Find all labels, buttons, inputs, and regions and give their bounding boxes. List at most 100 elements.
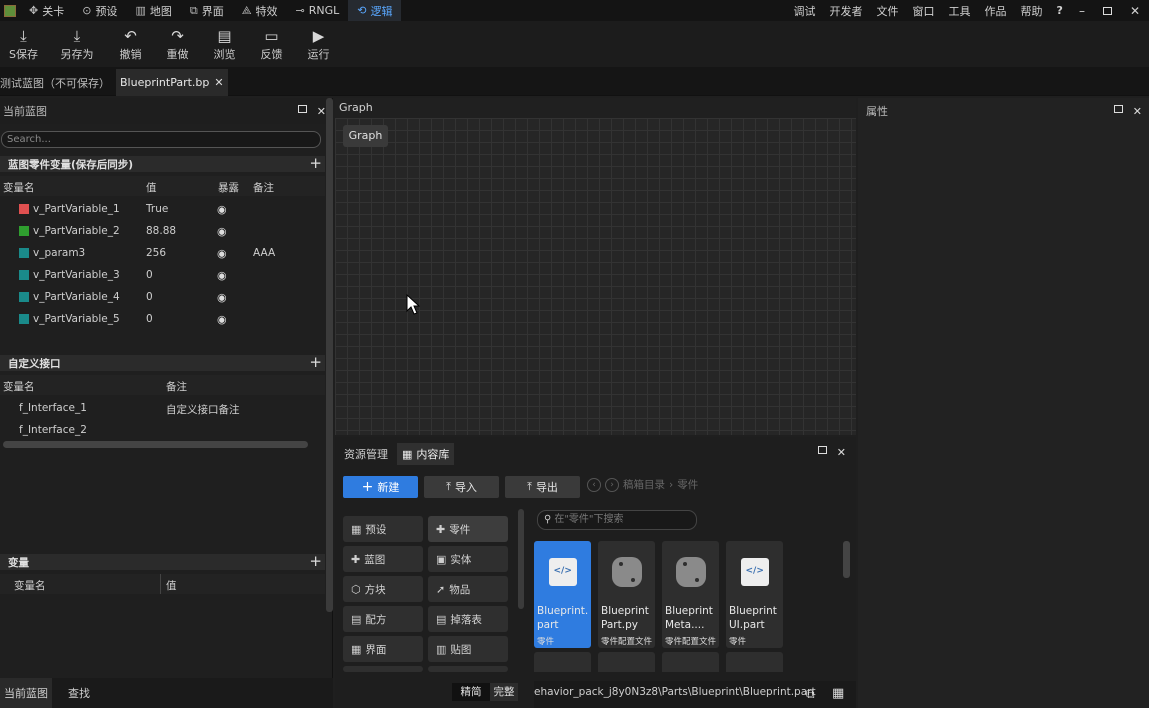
asset-card[interactable]: BlueprintMeta.... 零件配置文件 xyxy=(662,541,719,648)
minimize-icon[interactable]: – xyxy=(1070,4,1094,18)
category-entity[interactable]: ▣ 实体 xyxy=(428,546,508,572)
category-ui[interactable]: ▦ 界面 xyxy=(343,636,423,662)
variable-row[interactable]: v_PartVariable_5 0 ◉ xyxy=(0,308,325,330)
asset-card[interactable]: </> BlueprintUI.part 零件 xyxy=(726,541,783,648)
category-item[interactable]: ➚ 物品 xyxy=(428,576,508,602)
category-recipe[interactable]: ▤ 配方 xyxy=(343,606,423,632)
help-icon[interactable]: ? xyxy=(1050,4,1070,17)
tab-current-blueprint[interactable]: 当前蓝图 xyxy=(0,678,52,708)
close-icon[interactable]: ✕ xyxy=(1121,4,1149,18)
expose-eye-icon[interactable]: ◉ xyxy=(217,313,227,326)
vertical-scrollbar[interactable] xyxy=(326,98,333,612)
add-variable-button[interactable]: + xyxy=(309,154,322,172)
asset-card[interactable] xyxy=(598,652,655,672)
variable-row[interactable]: v_PartVariable_1 True ◉ xyxy=(0,198,325,220)
category-blueprint[interactable]: ✚ 蓝图 xyxy=(343,546,423,572)
breadcrumb-root[interactable]: 稿箱目录 xyxy=(623,477,665,492)
category-preset[interactable]: ▦ 预设 xyxy=(343,516,423,542)
run-button[interactable]: ▶ 运行 xyxy=(295,21,342,67)
forward-icon[interactable]: › xyxy=(605,477,619,492)
graph-canvas[interactable] xyxy=(335,98,856,435)
add-local-variable-button[interactable]: + xyxy=(309,552,322,570)
menu-tools[interactable]: 工具 xyxy=(942,3,978,19)
part-variables-section[interactable]: 蓝图零件变量(保存后同步) + xyxy=(0,154,325,172)
maximize-panel-icon[interactable] xyxy=(297,105,307,113)
tab-asset-management[interactable]: 资源管理 xyxy=(339,443,393,465)
tab-find[interactable]: 查找 xyxy=(64,678,94,708)
save-button[interactable]: ⤓ S保存 xyxy=(0,21,47,67)
feedback-button[interactable]: ▭ 反馈 xyxy=(248,21,295,67)
new-button[interactable]: + 新建 xyxy=(343,476,418,498)
category-loot[interactable]: ▤ 掉落表 xyxy=(428,606,508,632)
menu-developer[interactable]: 开发者 xyxy=(823,3,870,19)
part-cat-icon: ✚ xyxy=(436,522,446,536)
nav-rngl[interactable]: ⊸ RNGL xyxy=(287,0,349,21)
asset-card[interactable]: </> Blueprint.part 零件 xyxy=(534,541,591,648)
search-input[interactable]: Search... xyxy=(1,131,321,148)
nav-level[interactable]: ✥ 关卡 xyxy=(20,0,73,21)
graph-breadcrumb-chip[interactable]: Graph xyxy=(343,125,388,147)
category-partial[interactable] xyxy=(428,666,508,672)
horizontal-scrollbar[interactable] xyxy=(3,441,308,448)
nav-logic[interactable]: ⟲ 逻辑 xyxy=(348,0,402,21)
variables-section[interactable]: 变量 + xyxy=(0,552,325,570)
category-partial[interactable] xyxy=(343,666,423,672)
menu-file[interactable]: 文件 xyxy=(870,3,906,19)
view-compact-button[interactable]: 精简 xyxy=(452,683,490,701)
tab-content-library[interactable]: ▦ 内容库 xyxy=(397,443,455,465)
variable-row[interactable]: v_param3 256 ◉ AAA xyxy=(0,242,325,264)
variable-type-swatch xyxy=(19,314,29,324)
menu-window[interactable]: 窗口 xyxy=(906,3,942,19)
maximize-icon[interactable] xyxy=(1094,4,1121,18)
interface-row[interactable]: f_Interface_2 xyxy=(0,419,325,441)
menu-help[interactable]: 帮助 xyxy=(1014,3,1050,19)
maximize-panel-icon[interactable] xyxy=(817,446,827,454)
nav-ui[interactable]: ⧉ 界面 xyxy=(181,0,233,21)
export-icon: ⤒ xyxy=(527,480,532,493)
interfaces-section[interactable]: 自定义接口 + xyxy=(0,353,325,371)
expose-eye-icon[interactable]: ◉ xyxy=(217,247,227,260)
variable-row[interactable]: v_PartVariable_4 0 ◉ xyxy=(0,286,325,308)
copy-path-icon[interactable]: ⧉ xyxy=(806,687,815,702)
close-panel-icon[interactable]: ✕ xyxy=(1133,105,1142,118)
view-full-button[interactable]: 完整 xyxy=(490,683,518,701)
asset-card[interactable] xyxy=(662,652,719,672)
redo-button[interactable]: ↷ 重做 xyxy=(154,21,201,67)
nav-map[interactable]: ▥ 地图 xyxy=(126,0,180,21)
browse-button[interactable]: ▤ 浏览 xyxy=(201,21,248,67)
import-button[interactable]: ⤒ 导入 xyxy=(424,476,499,498)
grid-view-icon[interactable]: ▦ xyxy=(832,686,844,701)
asset-search-input[interactable]: ⚲ 在"零件"下搜索 xyxy=(537,510,697,530)
category-scrollbar[interactable] xyxy=(518,509,524,609)
save-as-button[interactable]: ⤓ 另存为 xyxy=(47,21,107,67)
interface-row[interactable]: f_Interface_1 自定义接口备注 xyxy=(0,397,325,419)
menu-debug[interactable]: 调试 xyxy=(787,3,823,19)
category-block[interactable]: ⬡ 方块 xyxy=(343,576,423,602)
undo-button[interactable]: ↶ 撤销 xyxy=(107,21,154,67)
variable-row[interactable]: v_PartVariable_2 88.88 ◉ xyxy=(0,220,325,242)
close-panel-icon[interactable]: ✕ xyxy=(837,446,846,459)
close-tab-icon[interactable]: ✕ xyxy=(214,76,223,89)
add-interface-button[interactable]: + xyxy=(309,353,322,371)
expose-eye-icon[interactable]: ◉ xyxy=(217,269,227,282)
breadcrumb-current[interactable]: 零件 xyxy=(677,477,698,492)
category-texture[interactable]: ▥ 贴图 xyxy=(428,636,508,662)
tab-blueprint-part[interactable]: BlueprintPart.bp ✕ xyxy=(116,69,228,96)
menu-works[interactable]: 作品 xyxy=(978,3,1014,19)
nav-effects[interactable]: ⟁ 特效 xyxy=(233,0,287,21)
expose-eye-icon[interactable]: ◉ xyxy=(217,203,227,216)
asset-card[interactable] xyxy=(534,652,591,672)
tab-test-blueprint[interactable]: 测试蓝图（不可保存）✕ xyxy=(0,69,128,96)
export-button[interactable]: ⤒ 导出 xyxy=(505,476,580,498)
maximize-panel-icon[interactable] xyxy=(1113,105,1123,113)
expose-eye-icon[interactable]: ◉ xyxy=(217,291,227,304)
category-part[interactable]: ✚ 零件 xyxy=(428,516,508,542)
asset-card[interactable] xyxy=(726,652,783,672)
asset-scrollbar[interactable] xyxy=(843,541,850,578)
nav-preset[interactable]: ⊙ 预设 xyxy=(73,0,126,21)
asset-card[interactable]: BlueprintPart.py 零件配置文件 xyxy=(598,541,655,648)
back-icon[interactable]: ‹ xyxy=(587,477,601,492)
expose-eye-icon[interactable]: ◉ xyxy=(217,225,227,238)
variable-row[interactable]: v_PartVariable_3 0 ◉ xyxy=(0,264,325,286)
close-panel-icon[interactable]: ✕ xyxy=(317,105,326,118)
